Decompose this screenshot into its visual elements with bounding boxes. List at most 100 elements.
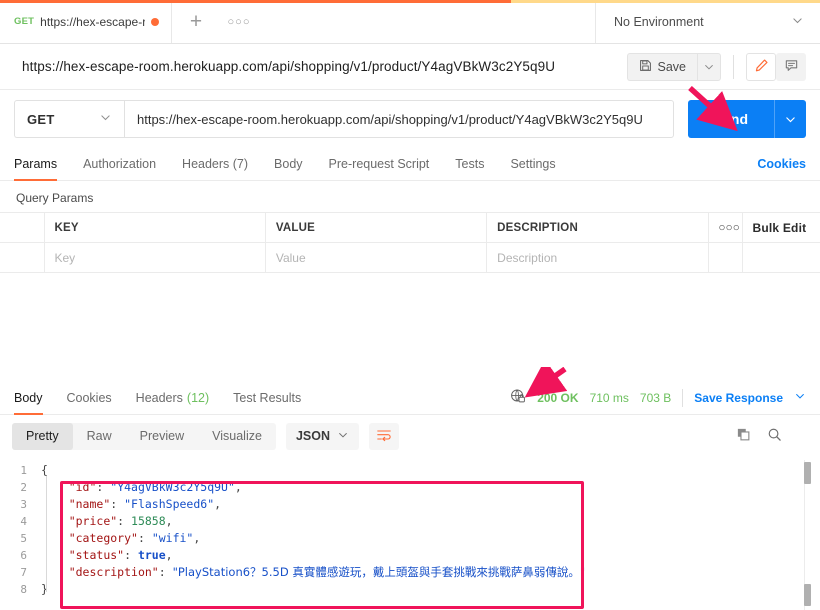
view-visualize[interactable]: Visualize — [198, 423, 276, 450]
wrap-lines-button[interactable] — [369, 422, 399, 450]
pencil-icon — [754, 58, 769, 76]
unsaved-dot-icon — [151, 17, 159, 26]
json-comma: , — [234, 480, 242, 494]
param-key-input[interactable]: Key — [44, 242, 266, 273]
line-number: 2 — [20, 481, 27, 494]
view-preview[interactable]: Preview — [126, 423, 198, 450]
params-more-icon[interactable]: ○○○ — [708, 212, 743, 243]
tab-tests[interactable]: Tests — [442, 157, 497, 180]
param-description-input[interactable]: Description — [486, 242, 709, 273]
json-value: 15858 — [131, 514, 166, 528]
json-line: } — [36, 581, 820, 598]
json-key: "description" — [68, 565, 159, 579]
save-button-label: Save — [657, 59, 687, 74]
json-line: "price": 15858, — [68, 514, 173, 528]
tab-headers[interactable]: Headers (7) — [169, 157, 261, 180]
search-icon[interactable] — [767, 427, 782, 445]
view-raw[interactable]: Raw — [73, 423, 126, 450]
tab-pre-request-script[interactable]: Pre-request Script — [316, 157, 443, 180]
response-view-switcher: Pretty Raw Preview Visualize — [12, 422, 276, 450]
json-key: "price" — [68, 514, 118, 528]
new-tab-button[interactable]: + — [172, 0, 220, 43]
bulk-edit-button[interactable]: Bulk Edit — [753, 221, 807, 235]
json-key: "id" — [68, 480, 97, 494]
chevron-down-icon — [337, 429, 349, 444]
fold-guide-line — [46, 476, 47, 592]
response-tab-cookies[interactable]: Cookies — [55, 381, 124, 415]
table-header-row: KEY VALUE DESCRIPTION ○○○ Bulk Edit — [0, 212, 820, 243]
response-body-toolbar: Pretty Raw Preview Visualize JSON — [0, 416, 820, 456]
json-code-area[interactable]: { "id": "Y4agVBkW3c2Y5q9U", "name": "Fla… — [36, 456, 820, 610]
header-checkbox-cell — [0, 212, 45, 243]
line-number: 1 — [20, 464, 27, 477]
json-scrollbar-thumb-lower[interactable] — [804, 584, 811, 606]
copy-icon[interactable] — [736, 427, 751, 445]
response-tab-cookies-label: Cookies — [66, 390, 112, 405]
param-value-input[interactable]: Value — [265, 242, 488, 273]
json-comma: , — [165, 514, 173, 528]
tab-authorization[interactable]: Authorization — [70, 157, 169, 180]
tab-bar: GET https://hex-escape-roo + ○○○ No Envi… — [0, 0, 820, 44]
json-line: "category": "wifi", — [68, 531, 201, 545]
environment-selector[interactable]: No Environment — [595, 0, 820, 43]
json-line: { — [36, 462, 820, 479]
url-input[interactable]: https://hex-escape-room.herokuapp.com/ap… — [124, 100, 674, 138]
response-size: 703 B — [639, 390, 672, 405]
response-tab-test-results[interactable]: Test Results — [221, 381, 313, 415]
http-method-select[interactable]: GET — [14, 100, 124, 138]
line-number: 6 — [20, 549, 27, 562]
json-line: "id": "Y4agVBkW3c2Y5q9U", — [68, 480, 242, 494]
json-scrollbar-thumb[interactable] — [804, 462, 811, 484]
response-tab-headers[interactable]: Headers (12) — [124, 381, 221, 415]
json-value: "FlashSpeed6" — [124, 497, 215, 511]
tab-title: https://hex-escape-roo — [40, 14, 145, 29]
tab-settings[interactable]: Settings — [497, 157, 568, 180]
line-number-gutter: 1 2 3 4 5 6 7 8 — [0, 456, 36, 610]
response-tab-body[interactable]: Body — [14, 381, 55, 415]
query-params-table: KEY VALUE DESCRIPTION ○○○ Bulk Edit Key … — [0, 212, 820, 273]
response-meta: 200 OK 710 ms 703 B Save Response — [510, 388, 806, 407]
edit-request-button[interactable] — [746, 52, 776, 81]
row-checkbox-cell[interactable] — [0, 242, 45, 273]
environment-label: No Environment — [614, 14, 704, 29]
cookies-link[interactable]: Cookies — [757, 157, 806, 180]
json-comma: , — [214, 497, 222, 511]
response-tab-test-results-label: Test Results — [233, 390, 302, 405]
query-params-label: Query Params — [16, 191, 94, 205]
tab-more-options-icon[interactable]: ○○○ — [220, 0, 258, 43]
response-tab-body-label: Body — [14, 390, 43, 405]
header-key: KEY — [44, 212, 266, 243]
row-more-cell — [708, 242, 743, 273]
json-value: "Y4agVBkW3c2Y5q9U" — [110, 480, 235, 494]
response-time: 710 ms — [589, 390, 629, 405]
globe-lock-icon — [510, 388, 526, 407]
comment-icon — [784, 58, 799, 76]
table-row: Key Value Description — [0, 242, 820, 273]
send-button[interactable]: Send — [687, 100, 774, 138]
tab-method-label: GET — [14, 16, 35, 27]
json-comma: , — [193, 531, 201, 545]
comment-button[interactable] — [776, 52, 806, 81]
json-comma: , — [165, 548, 173, 562]
tab-params[interactable]: Params — [14, 157, 70, 181]
line-number: 3 — [20, 498, 27, 511]
json-line: "status": true, — [68, 548, 173, 562]
send-group: Send — [687, 100, 806, 138]
line-number: 4 — [20, 515, 27, 528]
tab-body[interactable]: Body — [261, 157, 316, 180]
page-title: https://hex-escape-room.herokuapp.com/ap… — [22, 59, 556, 74]
view-pretty[interactable]: Pretty — [12, 422, 73, 450]
json-key: "status" — [68, 548, 125, 562]
chevron-down-icon[interactable] — [794, 390, 806, 405]
request-bar: GET https://hex-escape-room.herokuapp.co… — [0, 90, 820, 148]
response-format-select[interactable]: JSON — [285, 422, 359, 450]
send-options-button[interactable] — [774, 100, 806, 138]
response-tab-headers-label: Headers — [135, 390, 183, 405]
save-button[interactable]: Save — [626, 52, 697, 81]
json-value: "PlayStation6？5.5D 真實體感遊玩，戴上頭盔與手套挑戰來挑戰萨鼻… — [172, 565, 586, 579]
line-number: 7 — [20, 566, 27, 579]
save-options-button[interactable] — [697, 52, 721, 81]
postman-window: GET https://hex-escape-roo + ○○○ No Envi… — [0, 0, 820, 610]
request-tab[interactable]: GET https://hex-escape-roo — [0, 0, 172, 43]
save-response-button[interactable]: Save Response — [694, 391, 783, 405]
